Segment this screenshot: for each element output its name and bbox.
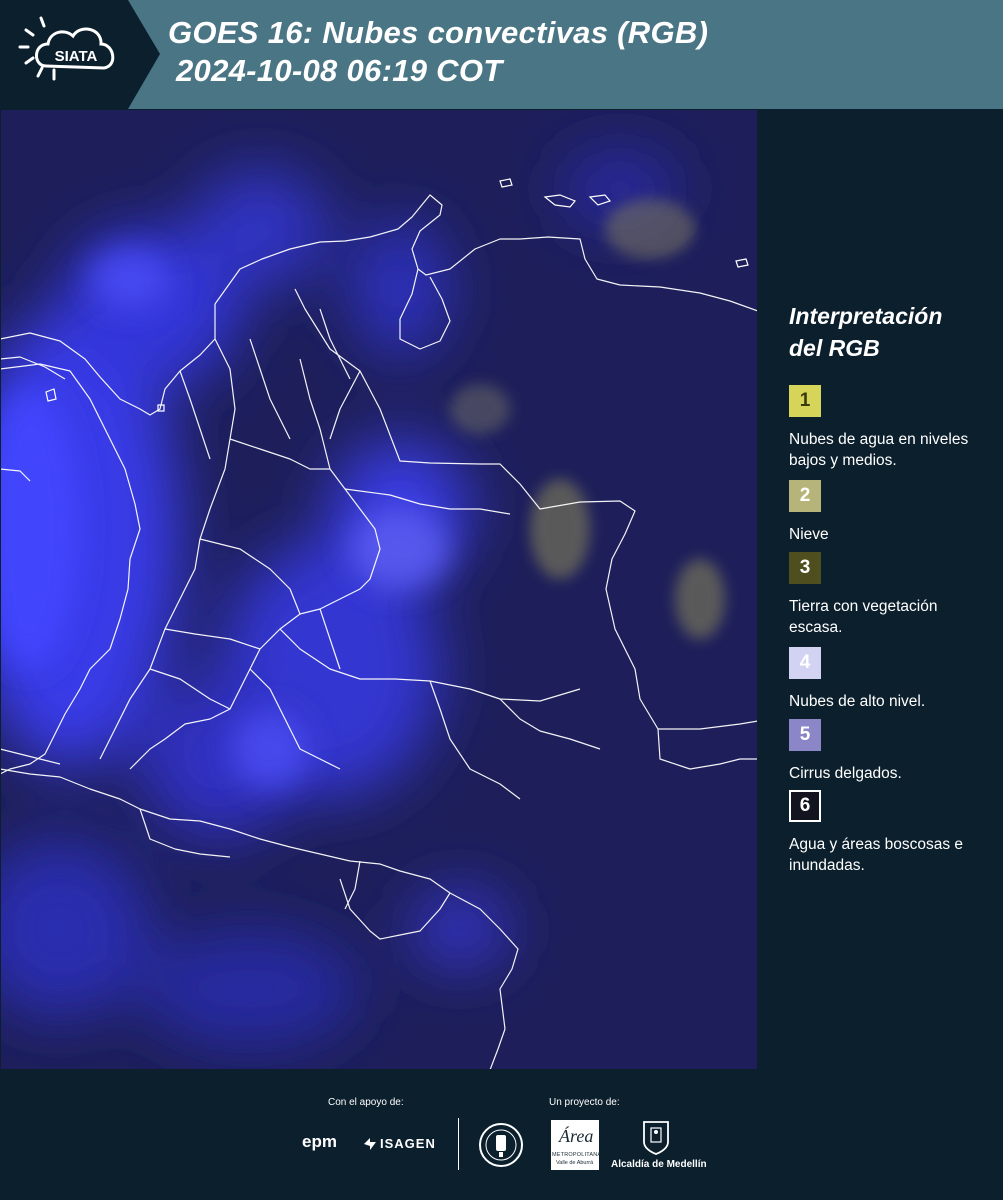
legend-number-1: 1 xyxy=(799,390,811,411)
legend-number-4: 4 xyxy=(799,652,811,673)
legend-swatch-3: 3 xyxy=(789,552,821,584)
isagen-logo-icon xyxy=(364,1138,376,1150)
satellite-map xyxy=(0,109,758,1070)
legend-label-2: Nieve xyxy=(789,526,829,543)
title-line-2: 2024-10-08 06:19 COT xyxy=(176,53,503,88)
medellin-seal-icon xyxy=(479,1123,523,1167)
legend-label-6: Agua y áreas boscosas e inundadas. xyxy=(789,836,964,874)
area-metropolitana-logo: Área METROPOLITANA Valle de Aburrá xyxy=(551,1120,602,1170)
footer: Con el apoyo de: Un proyecto de: epm ISA… xyxy=(0,1070,1003,1200)
title-line-1: GOES 16: Nubes convectivas (RGB) xyxy=(168,15,709,50)
legend-item-6: 6 Agua y áreas boscosas e inundadas. xyxy=(789,790,989,876)
legend-swatch-1: 1 xyxy=(789,385,821,417)
siata-logo: SIATA xyxy=(0,0,160,109)
legend-number-3: 3 xyxy=(799,557,811,578)
siata-logo-text: SIATA xyxy=(55,48,98,65)
legend-item-5: 5 Cirrus delgados. xyxy=(789,719,989,784)
footer-divider xyxy=(458,1118,459,1170)
alcaldia-label: Alcaldía de Medellín xyxy=(611,1159,707,1170)
legend-item-3: 3 Tierra con vegetación escasa. xyxy=(789,552,989,638)
rgb-legend: Interpretación del RGB 1 Nubes de agua e… xyxy=(789,300,989,874)
legend-swatch-6: 6 xyxy=(789,790,821,822)
legend-label-5: Cirrus delgados. xyxy=(789,765,902,782)
project-label: Un proyecto de: xyxy=(549,1097,620,1108)
header-bar: SIATA GOES 16: Nubes convectivas (RGB) 2… xyxy=(0,0,1003,109)
area-logo-sub1: METROPOLITANA xyxy=(552,1152,602,1158)
legend-swatch-4: 4 xyxy=(789,647,821,679)
legend-label-1: Nubes de agua en niveles bajos y medios. xyxy=(789,431,969,469)
alcaldia-crest-icon xyxy=(643,1121,669,1155)
legend-label-4: Nubes de alto nivel. xyxy=(789,693,926,710)
legend-swatch-2: 2 xyxy=(789,480,821,512)
legend-item-2: 2 Nieve xyxy=(789,480,989,545)
epm-logo: epm xyxy=(302,1132,337,1151)
area-logo-text: Área xyxy=(559,1126,594,1146)
legend-swatch-5: 5 xyxy=(789,719,821,751)
legend-label-3: Tierra con vegetación escasa. xyxy=(789,598,938,636)
satellite-map-image xyxy=(0,109,758,1070)
legend-title: Interpretación del RGB xyxy=(789,300,989,364)
isagen-logo: ISAGEN xyxy=(380,1136,436,1151)
support-label: Con el apoyo de: xyxy=(328,1097,404,1108)
legend-number-6: 6 xyxy=(799,795,811,816)
legend-title-line-2: del RGB xyxy=(789,335,880,361)
legend-item-1: 1 Nubes de agua en niveles bajos y medio… xyxy=(789,385,989,471)
page-title: GOES 16: Nubes convectivas (RGB) 2024-10… xyxy=(168,14,708,90)
area-logo-sub2: Valle de Aburrá xyxy=(556,1160,594,1166)
legend-number-2: 2 xyxy=(799,485,811,506)
legend-number-5: 5 xyxy=(799,724,811,745)
legend-title-line-1: Interpretación xyxy=(789,303,943,329)
legend-item-4: 4 Nubes de alto nivel. xyxy=(789,647,989,712)
